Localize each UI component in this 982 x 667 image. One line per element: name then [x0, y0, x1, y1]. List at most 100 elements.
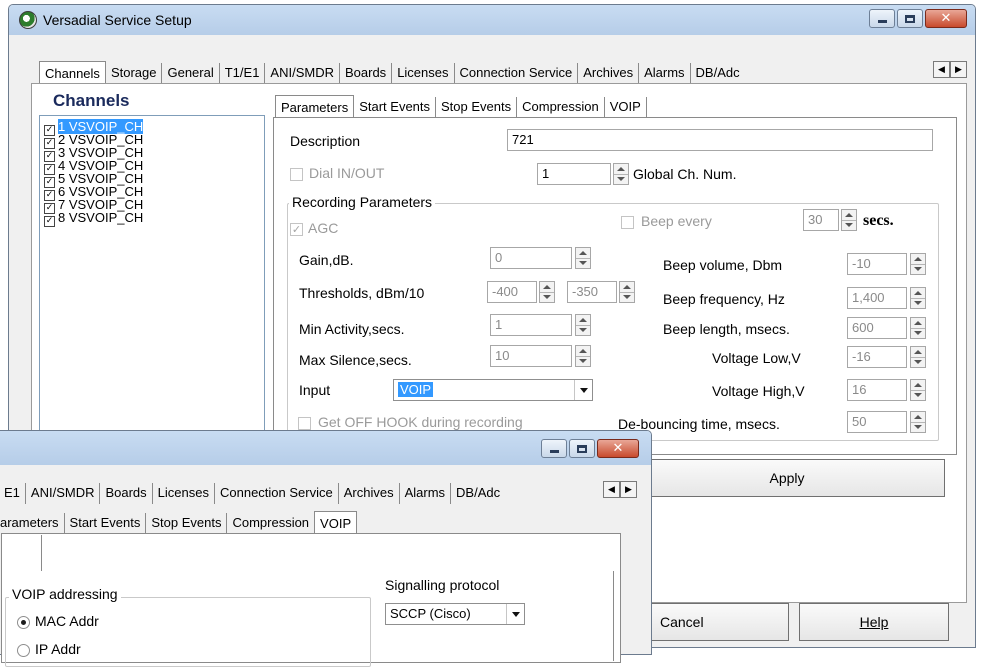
- signalling-protocol-value: SCCP (Cisco): [390, 606, 471, 621]
- tab-licenses[interactable]: Licenses: [392, 63, 455, 85]
- apply-button[interactable]: Apply: [629, 459, 945, 497]
- voltage-high-spinner[interactable]: [910, 379, 926, 401]
- tab-general[interactable]: General: [162, 63, 220, 85]
- voltage-low-field[interactable]: -16: [847, 346, 907, 368]
- tab-ani-smdr[interactable]: ANI/SMDR: [265, 63, 340, 85]
- second-tab-archives[interactable]: Archives: [339, 483, 400, 504]
- second-tab-licenses[interactable]: Licenses: [153, 483, 215, 504]
- beep-volume-spinner[interactable]: [910, 253, 926, 275]
- second-close-button[interactable]: ✕: [597, 439, 639, 458]
- second-tab-scroll-right-button[interactable]: ▶: [620, 481, 637, 498]
- min-activity-label: Min Activity,secs.: [299, 321, 405, 337]
- gain-field[interactable]: 0: [490, 247, 572, 269]
- input-label: Input: [299, 382, 331, 398]
- channel-checkbox-8[interactable]: ✓: [44, 216, 55, 227]
- description-field[interactable]: 721: [507, 129, 933, 151]
- beep-frequency-spinner[interactable]: [910, 287, 926, 309]
- input-dropdown-value: VOIP: [398, 382, 434, 397]
- threshold-high-spinner[interactable]: [619, 281, 635, 303]
- voip-inner-divider: [41, 535, 42, 571]
- second-maximize-button[interactable]: [569, 439, 595, 458]
- voltage-high-label: Voltage High,V: [712, 383, 805, 399]
- beep-volume-field[interactable]: -10: [847, 253, 907, 275]
- beep-length-field[interactable]: 600: [847, 317, 907, 339]
- main-tab-strip: Channels Storage General T1/E1 ANI/SMDR …: [39, 61, 745, 85]
- beep-frequency-field[interactable]: 1,400: [847, 287, 907, 309]
- mac-addr-radio[interactable]: [17, 616, 30, 629]
- second-tab-e1[interactable]: E1: [0, 483, 26, 504]
- tab-scroll-right-button[interactable]: ▶: [950, 61, 967, 78]
- beep-length-spinner[interactable]: [910, 317, 926, 339]
- global-ch-num-field[interactable]: 1: [537, 163, 611, 185]
- tab-db-adc[interactable]: DB/Adc: [691, 63, 745, 85]
- max-silence-spinner[interactable]: [575, 345, 591, 367]
- tab-storage[interactable]: Storage: [106, 63, 163, 85]
- second-tab-connection-service[interactable]: Connection Service: [215, 483, 339, 504]
- second-tab-scroll-left-button[interactable]: ◀: [603, 481, 620, 498]
- maximize-button[interactable]: [897, 9, 923, 28]
- second-minimize-button[interactable]: [541, 439, 567, 458]
- voltage-low-spinner[interactable]: [910, 346, 926, 368]
- close-button[interactable]: ✕: [925, 9, 967, 28]
- beep-every-spinner[interactable]: [841, 209, 857, 231]
- channels-heading: Channels: [53, 91, 130, 110]
- app-icon: [19, 11, 37, 29]
- ip-addr-radio[interactable]: [17, 644, 30, 657]
- tab-t1e1[interactable]: T1/E1: [220, 63, 266, 85]
- second-tab-ani-smdr[interactable]: ANI/SMDR: [26, 483, 101, 504]
- help-button[interactable]: Help: [799, 603, 949, 641]
- channel-item-8[interactable]: ✓ 8 VSVOIP_CH: [44, 211, 143, 227]
- tab-scroll-left-button[interactable]: ◀: [933, 61, 950, 78]
- thresholds-label: Thresholds, dBm/10: [299, 285, 425, 301]
- input-dropdown[interactable]: VOIP: [393, 379, 593, 401]
- min-activity-field[interactable]: 1: [490, 314, 572, 336]
- get-off-hook-checkbox[interactable]: [298, 417, 311, 430]
- min-activity-spinner[interactable]: [575, 314, 591, 336]
- debounce-field[interactable]: 50: [847, 411, 907, 433]
- signalling-protocol-dropdown[interactable]: SCCP (Cisco): [385, 603, 525, 625]
- tab-connection-service[interactable]: Connection Service: [455, 63, 579, 85]
- second-title-bar[interactable]: ✕: [0, 431, 651, 465]
- tab-boards[interactable]: Boards: [340, 63, 393, 85]
- max-silence-field[interactable]: 10: [490, 345, 572, 367]
- subtab-parameters[interactable]: Parameters: [275, 95, 355, 119]
- beep-length-label: Beep length, msecs.: [663, 321, 790, 337]
- minimize-button[interactable]: [869, 9, 895, 28]
- second-tab-strip: E1 ANI/SMDR Boards Licenses Connection S…: [0, 483, 505, 504]
- global-ch-num-spinner[interactable]: [613, 163, 629, 185]
- second-subtab-stop-events[interactable]: Stop Events: [146, 513, 228, 535]
- second-subtab-voip[interactable]: VOIP: [314, 511, 358, 535]
- tab-archives[interactable]: Archives: [578, 63, 640, 85]
- second-subtab-parameters[interactable]: arameters: [0, 513, 65, 535]
- cancel-button[interactable]: Cancel: [639, 603, 789, 641]
- debounce-spinner[interactable]: [910, 411, 926, 433]
- beep-every-field[interactable]: 30: [803, 209, 839, 231]
- threshold-low-spinner[interactable]: [539, 281, 555, 303]
- minimize-icon: [877, 20, 887, 23]
- second-subtab-start-events[interactable]: Start Events: [65, 513, 147, 535]
- dial-in-out-checkbox[interactable]: [290, 168, 303, 181]
- tab-alarms[interactable]: Alarms: [639, 63, 691, 85]
- description-label: Description: [290, 133, 361, 149]
- second-tab-db-adc[interactable]: DB/Adc: [451, 483, 505, 504]
- subtab-start-events[interactable]: Start Events: [354, 97, 437, 119]
- second-tab-boards[interactable]: Boards: [100, 483, 153, 504]
- threshold-low-field[interactable]: -400: [487, 281, 537, 303]
- beep-every-label: Beep every: [641, 213, 712, 229]
- second-subtab-compression[interactable]: Compression: [227, 513, 314, 535]
- minimize-icon: [549, 450, 559, 453]
- threshold-high-field[interactable]: -350: [567, 281, 617, 303]
- subtab-stop-events[interactable]: Stop Events: [436, 97, 518, 119]
- subtab-compression[interactable]: Compression: [517, 97, 605, 119]
- voltage-high-field[interactable]: 16: [847, 379, 907, 401]
- ip-addr-label: IP Addr: [35, 641, 81, 657]
- tab-channels[interactable]: Channels: [39, 61, 106, 85]
- agc-checkbox[interactable]: ✓: [290, 223, 303, 236]
- title-bar[interactable]: Versadial Service Setup ✕: [9, 5, 975, 35]
- second-tab-alarms[interactable]: Alarms: [400, 483, 452, 504]
- gain-spinner[interactable]: [575, 247, 591, 269]
- subtab-voip[interactable]: VOIP: [605, 97, 647, 119]
- close-icon: ✕: [940, 11, 952, 26]
- get-off-hook-label: Get OFF HOOK during recording: [318, 414, 523, 430]
- beep-every-checkbox[interactable]: [621, 216, 634, 229]
